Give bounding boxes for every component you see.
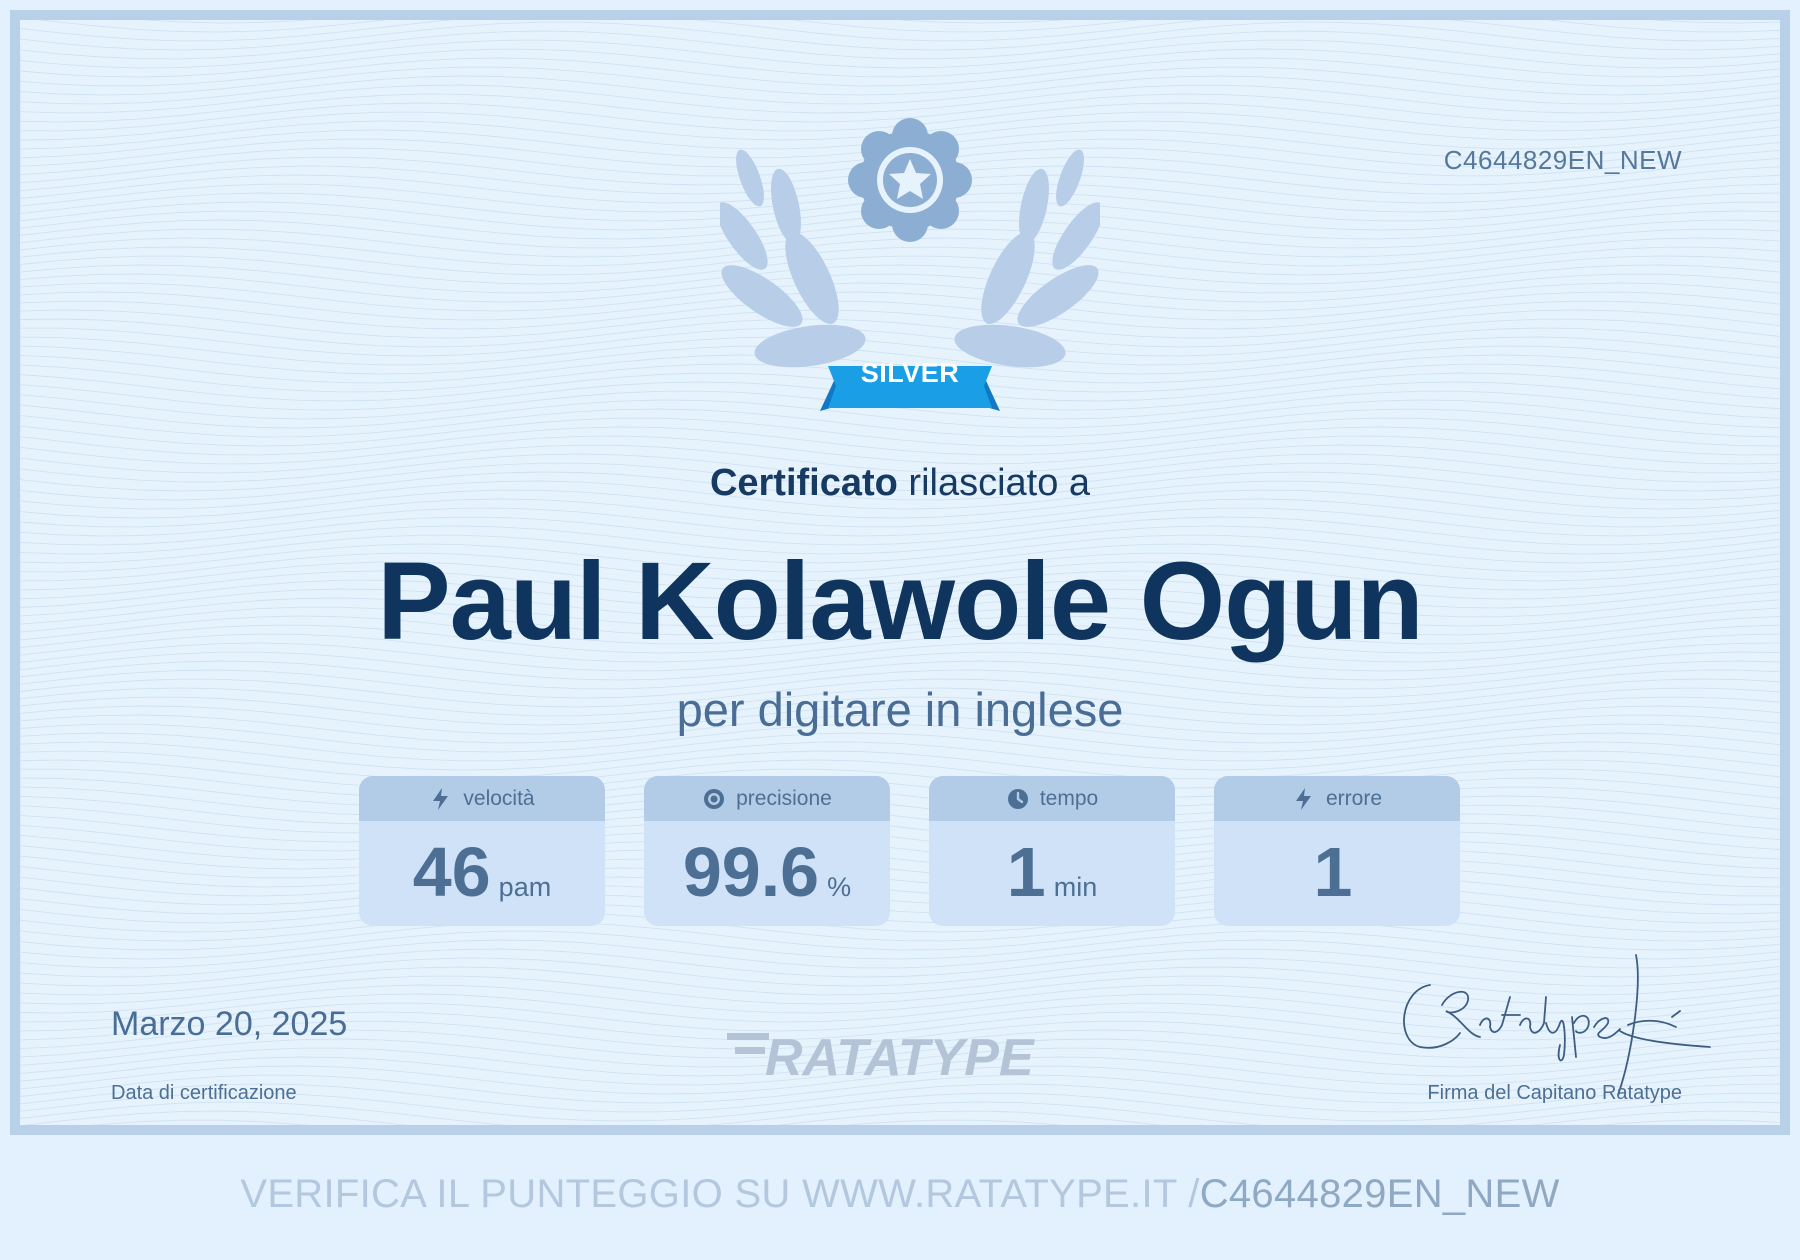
award-emblem: SILVER <box>716 118 1104 428</box>
stat-card-accuracy: precisione 99.6 % <box>644 776 890 926</box>
certificate-heading: Certificato rilasciato a <box>20 462 1780 505</box>
stat-unit: pam <box>498 872 552 902</box>
lightning-icon <box>1295 787 1311 810</box>
lightning-icon <box>433 787 449 810</box>
stat-label: velocità <box>463 786 535 810</box>
stat-card-speed: velocità 46 pam <box>359 776 605 926</box>
stat-value: 99.6 <box>682 833 820 911</box>
heading-bold: Certificato <box>709 462 898 504</box>
verify-code: C4644829EN_NEW <box>1199 1172 1560 1216</box>
clock-icon <box>1007 788 1028 809</box>
verify-footer: VERIFICA IL PUNTEGGIO SU WWW.RATATYPE.IT… <box>0 1172 1800 1217</box>
stat-card-errors: errore 1 <box>1214 776 1460 926</box>
stat-value: 1 <box>1313 833 1353 911</box>
target-icon <box>704 788 725 809</box>
certification-date-label: Data di certificazione <box>111 1082 297 1104</box>
stat-label: errore <box>1325 786 1383 810</box>
brand-text: RATATYPE <box>765 1029 1035 1083</box>
badge-label: SILVER <box>860 358 960 388</box>
stat-label: precisione <box>736 786 832 810</box>
recipient-name: Paul Kolawole Ogun <box>377 540 1423 663</box>
stat-card-time: tempo 1 min <box>929 776 1175 926</box>
signature-label: Firma del Capitano Ratatype <box>1427 1082 1682 1104</box>
stat-value: 1 <box>1006 833 1046 911</box>
certificate: C4644829EN_NEW SILVER Certificato rilasc… <box>10 10 1790 1135</box>
certificate-subject: per digitare in inglese <box>676 683 1124 736</box>
certification-date: Marzo 20, 2025 <box>111 1005 348 1043</box>
stat-unit: min <box>1053 872 1098 902</box>
verify-text: VERIFICA IL PUNTEGGIO SU WWW.RATATYPE.IT… <box>240 1172 1200 1216</box>
stat-label: tempo <box>1039 786 1099 810</box>
stat-value: 46 <box>412 833 491 911</box>
ratatype-logo: RATATYPE <box>727 1029 1035 1083</box>
stat-unit: % <box>827 872 852 902</box>
heading-rest: rilasciato a <box>897 462 1091 504</box>
certificate-id: C4644829EN_NEW <box>1443 145 1682 175</box>
